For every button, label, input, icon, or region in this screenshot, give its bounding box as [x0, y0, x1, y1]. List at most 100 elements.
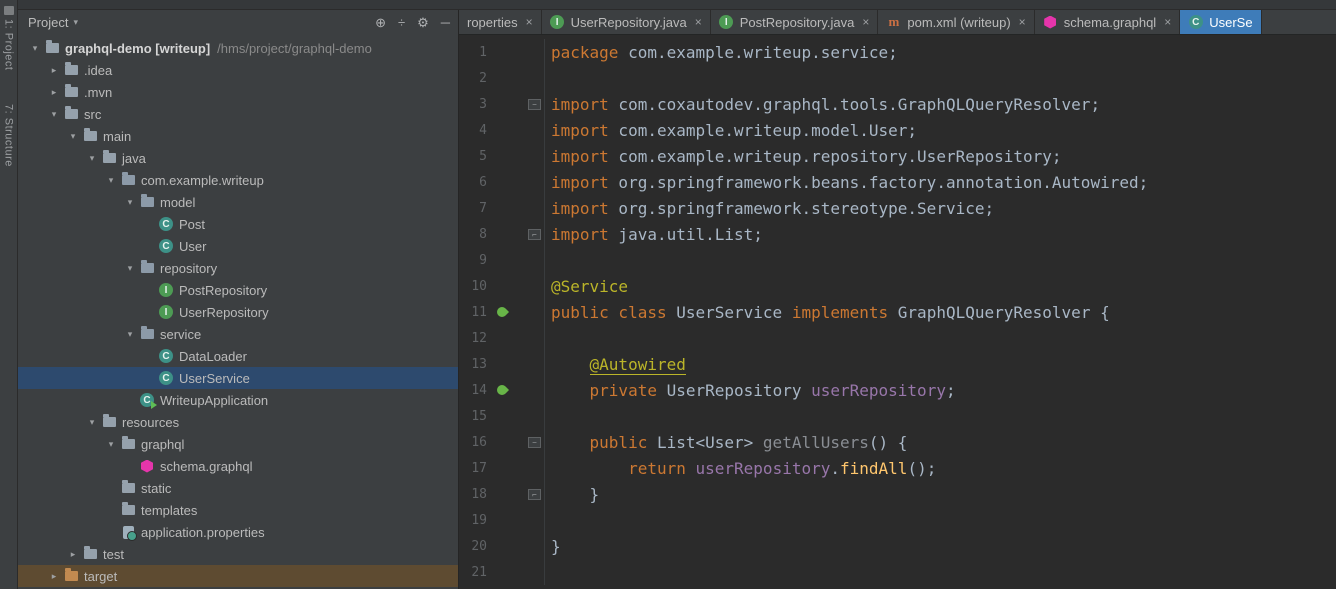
code-line-13[interactable]: 13 @Autowired: [459, 351, 1336, 377]
line-number: 13: [471, 356, 487, 372]
editor-gutter: 8 ⌐: [459, 221, 545, 247]
close-icon[interactable]: ×: [526, 15, 533, 29]
fold-open-icon[interactable]: −: [528, 98, 541, 110]
tree-expanded-arrow-icon[interactable]: ▾: [121, 197, 139, 208]
code-line-8[interactable]: 8 ⌐ import java.util.List;: [459, 221, 1336, 247]
tab-postrepository-java[interactable]: PostRepository.java ×: [711, 10, 879, 34]
close-icon[interactable]: ×: [1164, 15, 1171, 29]
code-line-18[interactable]: 18 ⌐ }: [459, 481, 1336, 507]
tree-item-resources[interactable]: ▾ resources: [18, 411, 458, 433]
tab-schema-graphql[interactable]: schema.graphql ×: [1035, 10, 1181, 34]
code-line-14[interactable]: 14 private UserRepository userRepository…: [459, 377, 1336, 403]
code-line-20[interactable]: 20}: [459, 533, 1336, 559]
tree-item-graphql[interactable]: ▾ graphql: [18, 433, 458, 455]
tree-expanded-arrow-icon[interactable]: ▾: [45, 109, 63, 120]
tree-item-postrepository[interactable]: PostRepository: [18, 279, 458, 301]
code-line-2[interactable]: 2: [459, 65, 1336, 91]
tree-collapsed-arrow-icon[interactable]: ▸: [45, 571, 63, 582]
fold-open-icon[interactable]: −: [528, 436, 541, 448]
tree-expanded-arrow-icon[interactable]: ▾: [102, 175, 120, 186]
tree-item-application-properties[interactable]: application.properties: [18, 521, 458, 543]
close-icon[interactable]: ×: [695, 15, 702, 29]
tree-item-writeupapplication[interactable]: WriteupApplication: [18, 389, 458, 411]
code-line-15[interactable]: 15: [459, 403, 1336, 429]
tree-collapsed-arrow-icon[interactable]: ▸: [64, 549, 82, 560]
tree-expanded-arrow-icon[interactable]: ▾: [83, 417, 101, 428]
tree-item-target[interactable]: ▸ target: [18, 565, 458, 587]
code-line-11[interactable]: 11 public class UserService implements Gr…: [459, 299, 1336, 325]
code-line-16[interactable]: 16 − public List<User> getAllUsers() {: [459, 429, 1336, 455]
tree-item-user[interactable]: User: [18, 235, 458, 257]
tree-item-userservice[interactable]: UserService: [18, 367, 458, 389]
folder-excluded-icon: [63, 568, 79, 584]
tree-expanded-arrow-icon[interactable]: ▾: [102, 439, 120, 450]
tree-item-test[interactable]: ▸ test: [18, 543, 458, 565]
spring-bean-icon[interactable]: [494, 382, 510, 398]
tree-item-schema-graphql[interactable]: schema.graphql: [18, 455, 458, 477]
code-line-7[interactable]: 7 import org.springframework.stereotype.S…: [459, 195, 1336, 221]
tree-item-label: templates: [141, 502, 198, 518]
tree-item-service[interactable]: ▾ service: [18, 323, 458, 345]
tree-item-label: PostRepository: [179, 282, 268, 298]
code-line-5[interactable]: 5 import com.example.writeup.repository.U…: [459, 143, 1336, 169]
tree-expanded-arrow-icon[interactable]: ▾: [83, 153, 101, 164]
tree-item-templates[interactable]: templates: [18, 499, 458, 521]
collapse-all-icon[interactable]: ÷: [398, 16, 405, 29]
code-line-9[interactable]: 9: [459, 247, 1336, 273]
spring-bean-icon[interactable]: [494, 304, 510, 320]
code-line-21[interactable]: 21: [459, 559, 1336, 585]
code-line-17[interactable]: 17 return userRepository.findAll();: [459, 455, 1336, 481]
fold-close-icon[interactable]: ⌐: [528, 488, 541, 500]
tree-item-main[interactable]: ▾ main: [18, 125, 458, 147]
line-number: 11: [471, 304, 487, 320]
code-line-6[interactable]: 6 import org.springframework.beans.factor…: [459, 169, 1336, 195]
tree-item-idea[interactable]: ▸ .idea: [18, 59, 458, 81]
tab-roperties[interactable]: roperties ×: [459, 10, 542, 34]
folder-icon: [63, 106, 79, 122]
code-line-10[interactable]: 10 @Service: [459, 273, 1336, 299]
tree-item-repository[interactable]: ▾ repository: [18, 257, 458, 279]
tree-item-java[interactable]: ▾ java: [18, 147, 458, 169]
code-line-4[interactable]: 4 import com.example.writeup.model.User;: [459, 117, 1336, 143]
code-line-3[interactable]: 3− import com.coxautodev.graphql.tools.Gr…: [459, 91, 1336, 117]
close-icon[interactable]: ×: [862, 15, 869, 29]
tab-userse[interactable]: UserSe: [1180, 10, 1262, 34]
code-text: import org.springframework.stereotype.Se…: [551, 198, 995, 218]
tool-button-project[interactable]: 1: Project: [3, 19, 15, 70]
tree-expanded-arrow-icon[interactable]: ▾: [121, 329, 139, 340]
tree-item-src[interactable]: ▾ src: [18, 103, 458, 125]
editor-gutter: 21: [459, 559, 545, 585]
tree-item-post[interactable]: Post: [18, 213, 458, 235]
tree-expanded-arrow-icon[interactable]: ▾: [64, 131, 82, 142]
tab-pom-xml-writeup[interactable]: m pom.xml (writeup) ×: [878, 10, 1035, 34]
tree-item-model[interactable]: ▾ model: [18, 191, 458, 213]
close-icon[interactable]: ×: [1019, 15, 1026, 29]
tree-collapsed-arrow-icon[interactable]: ▸: [45, 87, 63, 98]
tree-item-graphql-demo-writeup[interactable]: ▾ graphql-demo [writeup] /hms/project/grap…: [18, 37, 458, 59]
tree-expanded-arrow-icon[interactable]: ▾: [26, 43, 44, 54]
tab-userrepository-java[interactable]: UserRepository.java ×: [542, 10, 711, 34]
settings-gear-icon[interactable]: ⚙: [417, 16, 429, 29]
code-line-12[interactable]: 12: [459, 325, 1336, 351]
code-line-19[interactable]: 19: [459, 507, 1336, 533]
fold-close-icon[interactable]: ⌐: [528, 228, 541, 240]
tree-item-static[interactable]: static: [18, 477, 458, 499]
tree-collapsed-arrow-icon[interactable]: ▸: [45, 65, 63, 76]
tree-expanded-arrow-icon[interactable]: ▾: [121, 263, 139, 274]
project-tree: ▾ graphql-demo [writeup] /hms/project/grap…: [18, 35, 458, 589]
tree-item-userrepository[interactable]: UserRepository: [18, 301, 458, 323]
project-view-selector[interactable]: Project ▾: [28, 15, 375, 30]
editor-gutter: 17: [459, 455, 545, 481]
code-line-1[interactable]: 1 package com.example.writeup.service;: [459, 39, 1336, 65]
hide-panel-icon[interactable]: ─: [441, 16, 450, 29]
tree-item-dataloader[interactable]: DataLoader: [18, 345, 458, 367]
tree-item-mvn[interactable]: ▸ .mvn: [18, 81, 458, 103]
tab-label: pom.xml (writeup): [907, 14, 1011, 30]
locate-file-icon[interactable]: ⊕: [375, 16, 386, 29]
code-area[interactable]: 1 package com.example.writeup.service; 2 3−…: [459, 35, 1336, 589]
tool-button-structure[interactable]: 7: Structure: [3, 104, 15, 167]
tree-item-com-example-writeup[interactable]: ▾ com.example.writeup: [18, 169, 458, 191]
